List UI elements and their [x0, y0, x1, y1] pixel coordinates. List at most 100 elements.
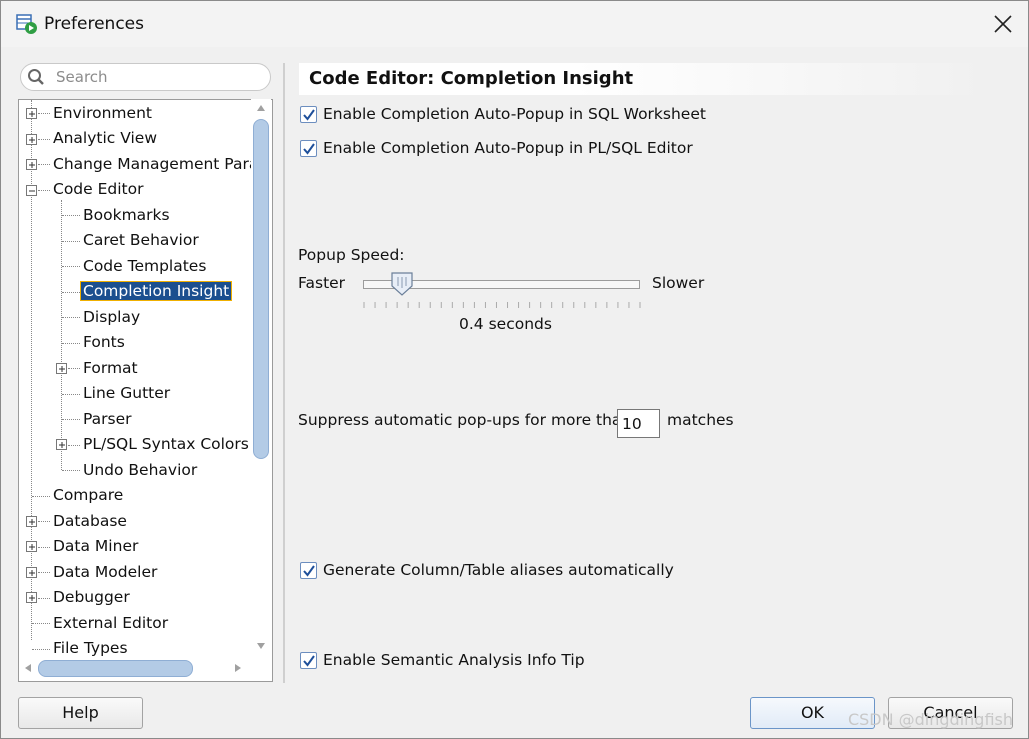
- tree-item-caret-behavior[interactable]: Caret Behavior: [83, 228, 199, 252]
- checkbox-auto-popup-sql-worksheet[interactable]: Enable Completion Auto-Popup in SQL Work…: [300, 102, 706, 126]
- tree-item-fonts[interactable]: Fonts: [83, 330, 125, 354]
- tree-item-undo-behavior[interactable]: Undo Behavior: [83, 458, 197, 482]
- expand-icon[interactable]: [26, 134, 37, 145]
- tree-connector: [38, 547, 50, 548]
- expand-icon[interactable]: [26, 567, 37, 578]
- slider-value-text: 0.4 seconds: [459, 315, 552, 333]
- slider-min-label: Faster: [298, 274, 346, 292]
- checkbox-box[interactable]: [300, 139, 317, 157]
- tree-connector: [62, 394, 80, 395]
- tree-connector: [32, 623, 50, 624]
- checkbox-auto-popup-plsql-editor[interactable]: Enable Completion Auto-Popup in PL/SQL E…: [300, 136, 693, 160]
- tree-item-parser[interactable]: Parser: [83, 407, 132, 431]
- expand-icon[interactable]: [26, 541, 37, 552]
- tree-item-database[interactable]: Database: [53, 509, 127, 533]
- tree-connector: [62, 419, 80, 420]
- checkbox-label: Enable Completion Auto-Popup in PL/SQL E…: [323, 139, 693, 157]
- tree-connector: [32, 649, 50, 650]
- scroll-down-icon[interactable]: [256, 641, 266, 651]
- tree-item-code-editor[interactable]: Code Editor: [53, 177, 143, 201]
- checkbox-label: Enable Completion Auto-Popup in SQL Work…: [323, 105, 706, 123]
- tree-item-data-miner[interactable]: Data Miner: [53, 534, 138, 558]
- tree-connector: [38, 164, 50, 165]
- tree-connector: [38, 190, 50, 191]
- tree-connector: [62, 215, 80, 216]
- close-icon[interactable]: [992, 13, 1014, 35]
- popup-speed-label: Popup Speed:: [298, 246, 405, 264]
- tree-item-external-editor[interactable]: External Editor: [53, 611, 168, 635]
- tree-item-completion-insight-label: Completion Insight: [79, 281, 233, 301]
- suppress-label: Suppress automatic pop-ups for more than: [298, 411, 632, 429]
- tree-item-code-templates[interactable]: Code Templates: [83, 254, 206, 278]
- tree-connector: [38, 139, 50, 140]
- watermark: CSDN @dingdingfish: [847, 710, 1013, 729]
- suppress-suffix-label: matches: [667, 411, 734, 429]
- window-title: Preferences: [44, 14, 144, 34]
- checkbox-label: Generate Column/Table aliases automatica…: [323, 561, 674, 579]
- preferences-tree[interactable]: Environment Analytic View Change Managem…: [18, 99, 273, 682]
- tree-item-completion-insight[interactable]: Completion Insight: [79, 279, 233, 303]
- tree-connector: [62, 317, 80, 318]
- slider-thumb[interactable]: [391, 272, 413, 296]
- check-icon: [303, 564, 315, 577]
- expand-icon[interactable]: [56, 363, 67, 374]
- tree-item-file-types[interactable]: File Types: [53, 636, 128, 660]
- expand-icon[interactable]: [26, 592, 37, 603]
- tree-item-compare[interactable]: Compare: [53, 483, 123, 507]
- check-icon: [303, 654, 315, 667]
- title-bar: Preferences: [1, 1, 1028, 47]
- tree-connector: [68, 445, 80, 446]
- search-icon: [28, 69, 44, 85]
- check-icon: [303, 108, 315, 121]
- checkbox-box[interactable]: [300, 105, 317, 123]
- tree-connector: [62, 292, 80, 293]
- scroll-right-icon[interactable]: [233, 663, 243, 673]
- preferences-dialog: Preferences Search Environment Analytic …: [0, 0, 1029, 739]
- checkbox-label: Enable Semantic Analysis Info Tip: [323, 651, 585, 669]
- tree-connector: [38, 572, 50, 573]
- tree-vertical-scroll-thumb[interactable]: [253, 119, 269, 459]
- slider-ticks: [363, 302, 641, 308]
- tree-item-plsql-syntax-colors[interactable]: PL/SQL Syntax Colors: [83, 432, 249, 456]
- tree-item-bookmarks[interactable]: Bookmarks: [83, 203, 170, 227]
- search-field[interactable]: Search: [20, 63, 271, 91]
- search-placeholder: Search: [56, 68, 108, 86]
- tree-connector: [62, 266, 80, 267]
- page-title: Code Editor: Completion Insight: [309, 68, 634, 89]
- app-icon: [16, 14, 37, 34]
- tree-connector: [68, 368, 80, 369]
- tree-item-environment[interactable]: Environment: [53, 101, 152, 125]
- checkbox-semantic-analysis[interactable]: Enable Semantic Analysis Info Tip: [300, 648, 585, 672]
- expand-icon[interactable]: [26, 516, 37, 527]
- tree-connector: [62, 470, 80, 471]
- help-button[interactable]: Help: [18, 697, 143, 729]
- tree-item-format[interactable]: Format: [83, 356, 138, 380]
- tree-item-change-management[interactable]: Change Management Parar: [53, 152, 265, 176]
- expand-icon[interactable]: [26, 108, 37, 119]
- panel-splitter[interactable]: [283, 63, 285, 683]
- tree-item-debugger[interactable]: Debugger: [53, 585, 130, 609]
- scroll-left-icon[interactable]: [23, 663, 33, 673]
- tree-connector: [38, 521, 50, 522]
- tree-connector: [38, 598, 50, 599]
- check-icon: [303, 142, 315, 155]
- tree-connector: [32, 496, 50, 497]
- expand-icon[interactable]: [56, 439, 67, 450]
- checkbox-generate-aliases[interactable]: Generate Column/Table aliases automatica…: [300, 558, 674, 582]
- tree-item-data-modeler[interactable]: Data Modeler: [53, 560, 157, 584]
- suppress-count-input[interactable]: 10: [617, 409, 660, 438]
- checkbox-box[interactable]: [300, 651, 317, 669]
- slider-max-label: Slower: [652, 274, 705, 292]
- checkbox-box[interactable]: [300, 561, 317, 579]
- tree-connector: [62, 241, 80, 242]
- scroll-up-icon[interactable]: [256, 103, 266, 113]
- tree-horizontal-scroll-thumb[interactable]: [38, 660, 193, 677]
- tree-item-analytic-view[interactable]: Analytic View: [53, 126, 157, 150]
- collapse-icon[interactable]: [26, 185, 37, 196]
- tree-item-display[interactable]: Display: [83, 305, 140, 329]
- tree-connector: [38, 113, 50, 114]
- tree-connector: [62, 343, 80, 344]
- tree-connector: [31, 100, 32, 640]
- tree-item-line-gutter[interactable]: Line Gutter: [83, 381, 170, 405]
- expand-icon[interactable]: [26, 159, 37, 170]
